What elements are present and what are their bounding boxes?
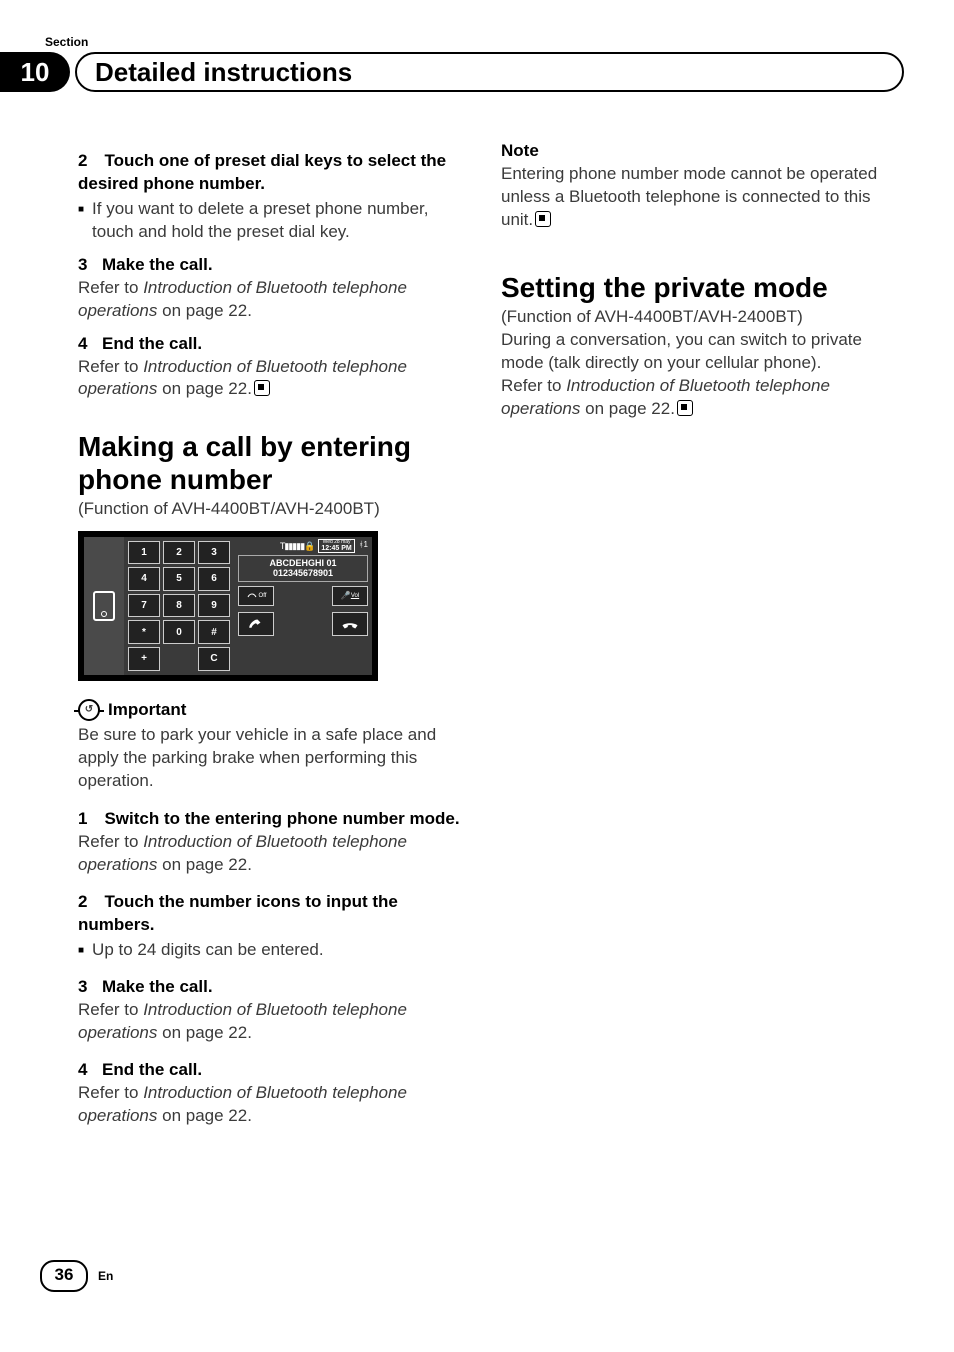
ref-suffix: on page 22. [580, 399, 675, 418]
key-9: 9 [198, 594, 230, 618]
step-2-heading: 2 Touch one of preset dial keys to selec… [78, 150, 471, 196]
proc-step-3-heading: 3Make the call. [78, 976, 471, 999]
key-6: 6 [198, 567, 230, 591]
clock-time: 12:45 PM [321, 545, 351, 552]
key-0: 0 [163, 620, 195, 644]
key-1: 1 [128, 541, 160, 565]
end-mark-icon [254, 380, 270, 396]
important-row: ↺ Important [78, 699, 471, 722]
off-label: Off [259, 592, 267, 600]
contact-number: 012345678901 [243, 568, 363, 579]
ref-prefix: Refer to [78, 1083, 143, 1102]
key-8: 8 [163, 594, 195, 618]
function-note-left: (Function of AVH-4400BT/AVH-2400BT) [78, 498, 471, 521]
contact-name: ABCDEHGHI 01 [243, 558, 363, 569]
ref-prefix: Refer to [78, 278, 143, 297]
important-body: Be sure to park your vehicle in a safe p… [78, 724, 471, 793]
contact-display: ABCDEHGHI 01 012345678901 [238, 555, 368, 583]
important-label: Important [108, 699, 186, 722]
proc-step-4-title: End the call. [102, 1060, 202, 1079]
note-body-text: Entering phone number mode cannot be ope… [501, 164, 877, 229]
note-label: Note [501, 140, 894, 163]
key-plus: + [128, 647, 160, 671]
proc-step-2-heading: 2 Touch the number icons to input the nu… [78, 891, 471, 937]
ref-prefix: Refer to [501, 376, 566, 395]
ref-suffix: on page 22. [157, 855, 252, 874]
step-2-bullet-text: If you want to delete a preset phone num… [92, 198, 471, 244]
ref-suffix: on page 22. [157, 1106, 252, 1125]
phone-device-icon [93, 591, 115, 621]
proc-step-2-bullet-text: Up to 24 digits can be entered. [92, 939, 324, 962]
important-icon: ↺ [78, 699, 100, 721]
clock-box: Wed 28 may 12:45 PM [318, 539, 354, 553]
keypad: 1 2 3 4 5 6 7 8 9 * 0 # + C [124, 537, 234, 675]
private-mode-ref: Refer to Introduction of Bluetooth telep… [501, 375, 894, 421]
bullet-icon: ■ [78, 203, 84, 244]
vol-label: Vol [351, 592, 359, 600]
bluetooth-icon: ᚼ1 [359, 540, 368, 551]
proc-step-3-number: 3 [78, 976, 102, 999]
section-heading-making-call: Making a call by entering phone number [78, 431, 471, 495]
proc-step-1-ref: Refer to Introduction of Bluetooth telep… [78, 831, 471, 877]
key-4: 4 [128, 567, 160, 591]
step-4-heading: 4End the call. [78, 333, 471, 356]
bullet-icon: ■ [78, 944, 84, 962]
step-2-bullet: ■ If you want to delete a preset phone n… [78, 198, 471, 244]
step-4-ref: Refer to Introduction of Bluetooth telep… [78, 356, 471, 402]
step-3-heading: 3Make the call. [78, 254, 471, 277]
end-mark-icon [677, 400, 693, 416]
call-accept-icon [238, 612, 274, 636]
signal-icon: T▮▮▮▮▮🔒 [280, 540, 314, 552]
vol-button: 🎤 Vol [332, 586, 368, 606]
dialer-screenshot: 1 2 3 4 5 6 7 8 9 * 0 # + C [78, 531, 378, 681]
ref-prefix: Refer to [78, 832, 143, 851]
left-column: 2 Touch one of preset dial keys to selec… [78, 140, 471, 1242]
clock-date: Wed 28 may [321, 540, 351, 545]
section-heading-private-mode: Setting the private mode [501, 272, 894, 304]
private-mode-body: During a conversation, you can switch to… [501, 329, 894, 375]
page-footer: 36 En [40, 1260, 113, 1292]
proc-step-4-heading: 4End the call. [78, 1059, 471, 1082]
proc-step-4-ref: Refer to Introduction of Bluetooth telep… [78, 1082, 471, 1128]
section-number-badge: 10 [0, 52, 70, 92]
proc-step-3-ref: Refer to Introduction of Bluetooth telep… [78, 999, 471, 1045]
page-language: En [98, 1269, 113, 1283]
ref-suffix: on page 22. [157, 301, 252, 320]
section-label: Section [45, 35, 88, 49]
ref-suffix: on page 22. [157, 379, 252, 398]
ref-prefix: Refer to [78, 357, 143, 376]
right-column: Note Entering phone number mode cannot b… [501, 140, 894, 1242]
page-number: 36 [40, 1260, 88, 1292]
proc-step-2-bullet: ■ Up to 24 digits can be entered. [78, 939, 471, 962]
function-note-right: (Function of AVH-4400BT/AVH-2400BT) [501, 306, 894, 329]
step-3-ref: Refer to Introduction of Bluetooth telep… [78, 277, 471, 323]
key-clear: C [198, 647, 230, 671]
screenshot-sidebar [84, 537, 124, 675]
key-hash: # [198, 620, 230, 644]
step-3-title: Make the call. [102, 255, 213, 274]
proc-step-4-number: 4 [78, 1059, 102, 1082]
off-button: Off [238, 586, 274, 606]
status-row: T▮▮▮▮▮🔒 Wed 28 may 12:45 PM ᚼ1 [238, 539, 368, 553]
key-3: 3 [198, 541, 230, 565]
proc-step-3-title: Make the call. [102, 977, 213, 996]
chapter-title: Detailed instructions [75, 52, 904, 92]
display-panel: T▮▮▮▮▮🔒 Wed 28 may 12:45 PM ᚼ1 ABCDEHGHI… [234, 537, 372, 675]
step-4-title: End the call. [102, 334, 202, 353]
key-2: 2 [163, 541, 195, 565]
step-3-number: 3 [78, 254, 102, 277]
key-7: 7 [128, 594, 160, 618]
ref-suffix: on page 22. [157, 1023, 252, 1042]
call-hangup-icon [332, 612, 368, 636]
note-body: Entering phone number mode cannot be ope… [501, 163, 894, 232]
ref-prefix: Refer to [78, 1000, 143, 1019]
chapter-header: 10 Detailed instructions [0, 52, 904, 92]
proc-step-1-heading: 1 Switch to the entering phone number mo… [78, 808, 471, 831]
end-mark-icon [535, 211, 551, 227]
key-star: * [128, 620, 160, 644]
key-5: 5 [163, 567, 195, 591]
step-4-number: 4 [78, 333, 102, 356]
